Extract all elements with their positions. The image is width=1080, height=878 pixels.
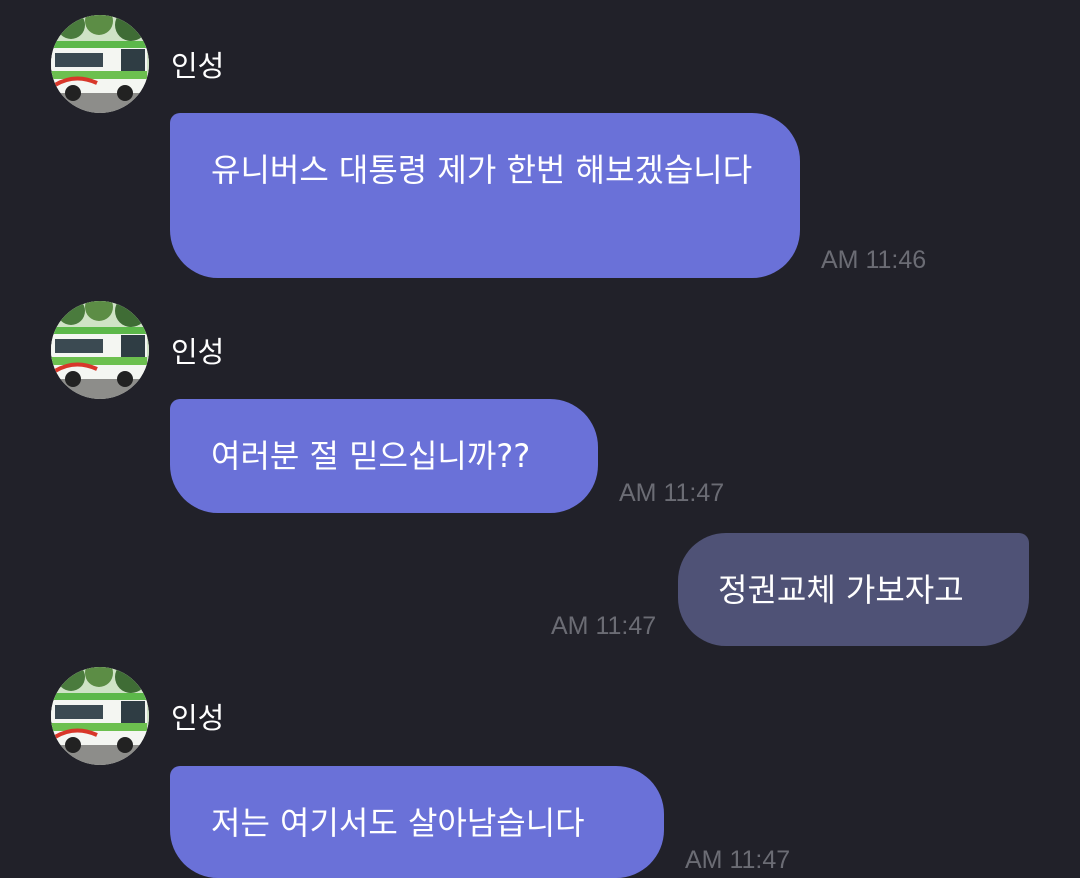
message-timestamp: AM 11:47: [551, 612, 657, 640]
sender-name: 인성: [171, 49, 225, 83]
sender-name: 인성: [171, 335, 225, 369]
message-bubble[interactable]: 유니버스 대통령 제가 한번 해보겠습니다: [170, 113, 800, 278]
bus-photo-avatar-icon: [51, 15, 149, 113]
bus-photo-avatar-icon: [51, 667, 149, 765]
message-bubble[interactable]: 저는 여기서도 살아남습니다: [170, 766, 664, 878]
sender-avatar[interactable]: [51, 667, 149, 765]
bus-photo-avatar-icon: [51, 301, 149, 399]
message-bubble[interactable]: 정권교체 가보자고: [678, 533, 1029, 646]
message-bubble[interactable]: 여러분 절 믿으십니까??: [170, 399, 598, 513]
message-timestamp: AM 11:47: [619, 479, 725, 507]
message-timestamp: AM 11:47: [685, 846, 791, 874]
sender-avatar[interactable]: [51, 301, 149, 399]
sender-avatar[interactable]: [51, 15, 149, 113]
message-timestamp: AM 11:46: [821, 246, 927, 274]
sender-name: 인성: [171, 701, 225, 735]
